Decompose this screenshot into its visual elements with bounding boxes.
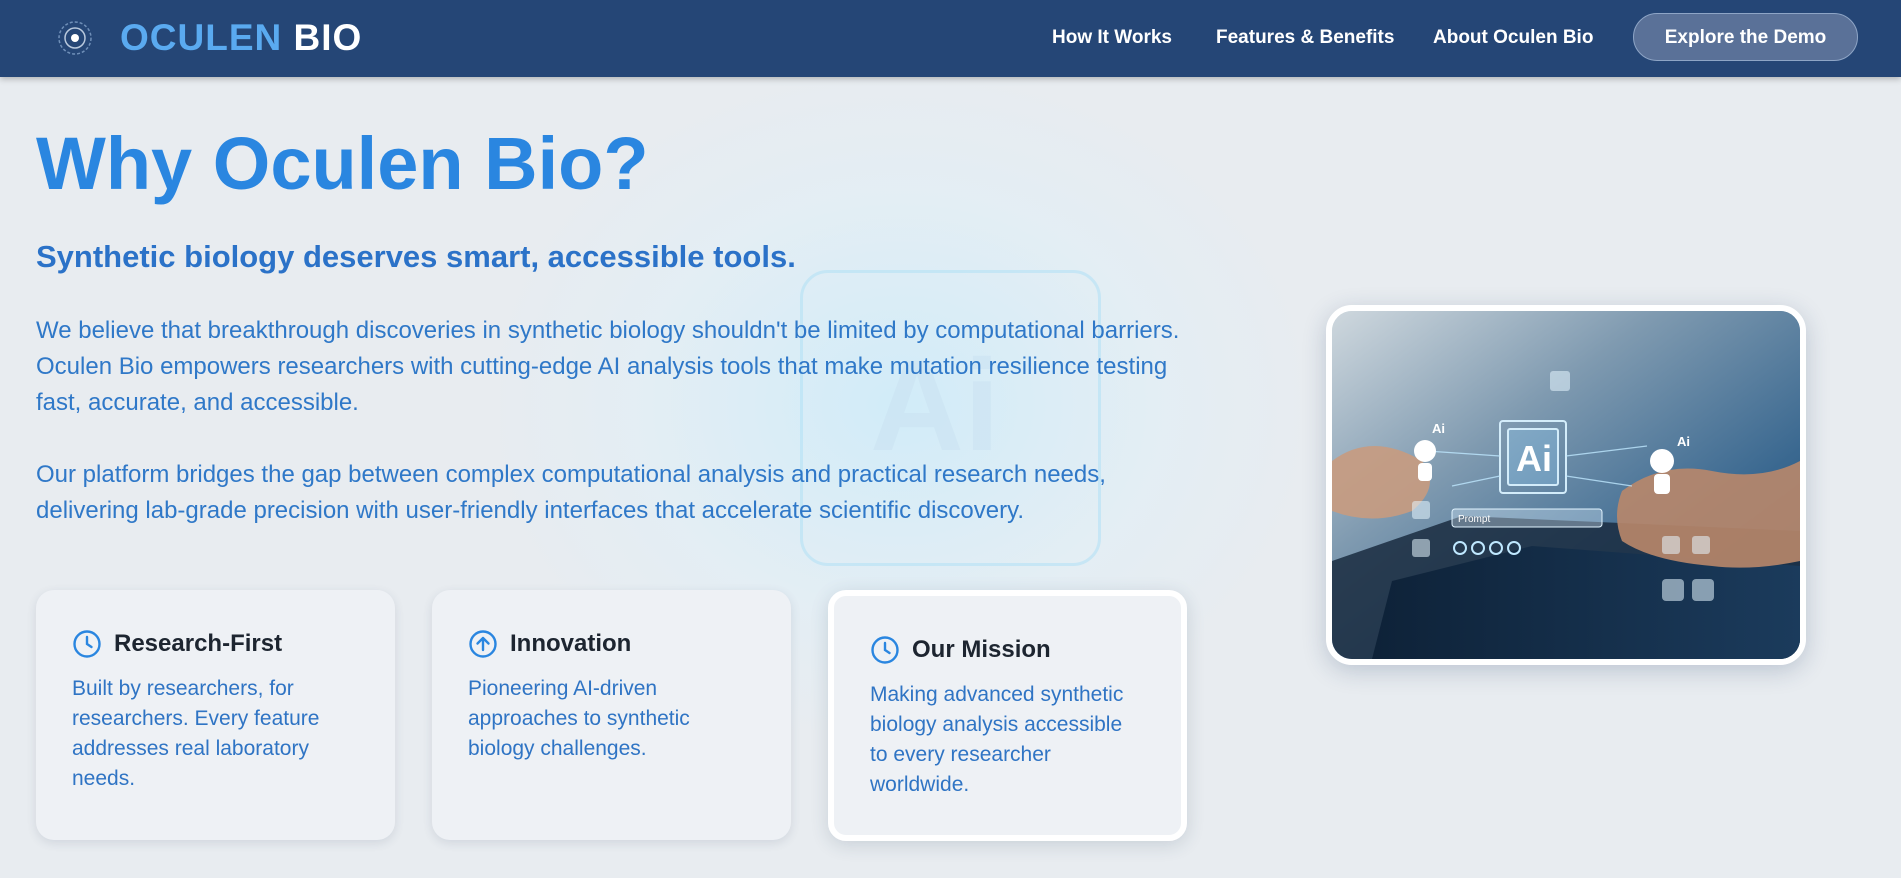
card-description: Pioneering AI-driven approaches to synth… xyxy=(468,677,690,760)
prompt-label: Prompt xyxy=(1458,514,1490,525)
card-header: Our Mission xyxy=(870,634,1145,666)
ai-interface-illustration: Ai Ai Ai Prompt xyxy=(1332,311,1800,659)
ai-chip-label: Ai xyxy=(1516,438,1552,479)
card-title: Research-First xyxy=(114,630,283,657)
card-title: Our Mission xyxy=(912,636,1051,663)
intro-paragraph: We believe that breakthrough discoveries… xyxy=(36,317,1180,416)
brand-logo[interactable]: OCULEN BIO xyxy=(120,16,362,60)
nav-link-how-it-works[interactable]: How It Works xyxy=(1052,26,1172,50)
card-our-mission[interactable]: Our Mission Making advanced synthetic bi… xyxy=(828,590,1187,841)
card-description: Built by researchers, for researchers. E… xyxy=(72,677,320,790)
card-header: Research-First xyxy=(72,628,359,660)
robot-left-ai-label: Ai xyxy=(1432,421,1445,436)
logo-eye-icon[interactable] xyxy=(57,20,93,56)
brand-part2: BIO xyxy=(293,17,363,58)
arrow-up-circle-icon xyxy=(469,630,497,658)
card-title: Innovation xyxy=(510,630,632,657)
explore-demo-button[interactable]: Explore the Demo xyxy=(1633,13,1858,61)
clock-icon xyxy=(871,636,899,664)
brand-part1: OCULEN xyxy=(120,17,283,58)
ai-tablet-illustration: Ai Ai Ai Prompt xyxy=(1326,305,1806,665)
nav-link-about[interactable]: About Oculen Bio xyxy=(1433,26,1593,50)
card-description: Making advanced synthetic biology analys… xyxy=(870,683,1124,796)
nav-link-features-benefits[interactable]: Features & Benefits xyxy=(1216,26,1394,50)
page-subtitle: Synthetic biology deserves smart, access… xyxy=(36,239,796,274)
card-research-first[interactable]: Research-First Built by researchers, for… xyxy=(36,590,395,840)
robot-right-ai-label: Ai xyxy=(1677,434,1690,449)
card-innovation[interactable]: Innovation Pioneering AI-driven approach… xyxy=(432,590,791,840)
page-title: Why Oculen Bio? xyxy=(36,122,649,205)
clock-icon xyxy=(73,630,101,658)
top-navbar: OCULEN BIO How It Works Features & Benef… xyxy=(0,0,1901,77)
platform-paragraph: Our platform bridges the gap between com… xyxy=(36,461,1106,524)
card-header: Innovation xyxy=(468,628,755,660)
